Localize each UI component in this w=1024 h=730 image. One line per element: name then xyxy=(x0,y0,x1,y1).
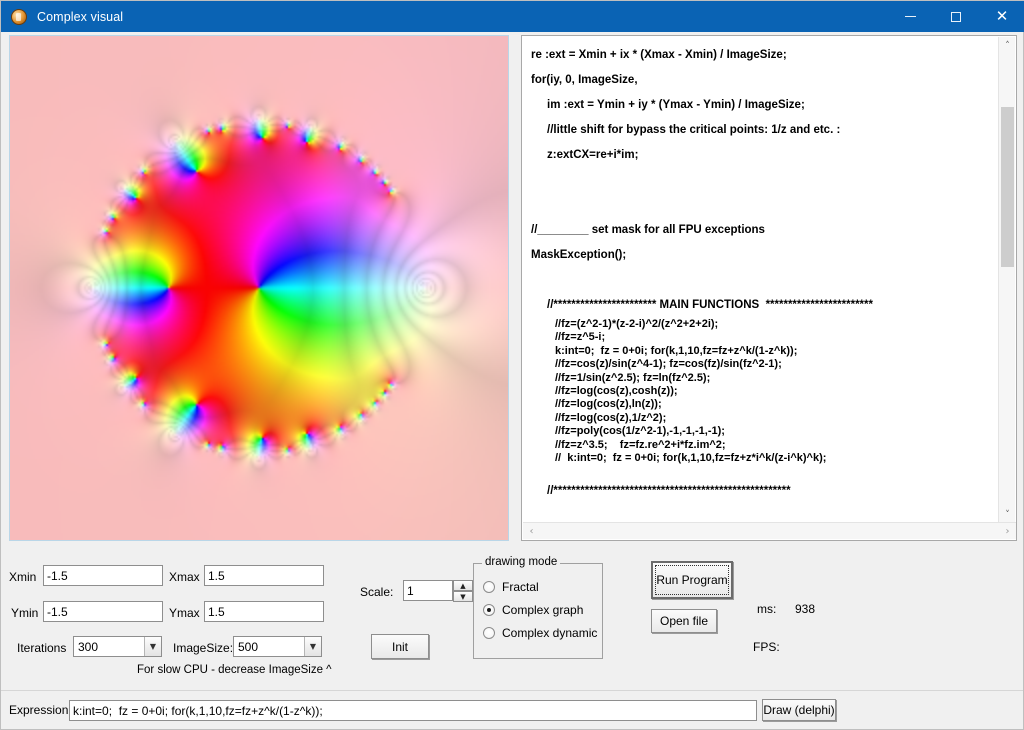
imagesize-select[interactable]: 500 ▼ xyxy=(233,636,322,657)
code-line: //fz=cos(z)/sin(z^4-1); fz=cos(fz)/sin(f… xyxy=(555,358,782,371)
ymax-input[interactable] xyxy=(204,601,324,622)
code-editor-panel[interactable]: re :ext = Xmin + ix * (Xmax - Xmin) / Im… xyxy=(521,35,1017,541)
scale-stepper[interactable]: ▲ ▼ xyxy=(453,580,473,602)
chevron-down-icon[interactable]: ▼ xyxy=(144,637,161,656)
expression-label: Expression: xyxy=(9,703,72,717)
expression-input[interactable] xyxy=(69,700,757,721)
xmax-label: Xmax xyxy=(169,570,200,584)
code-vertical-scrollbar[interactable]: ˄ ˅ xyxy=(998,37,1015,523)
run-program-button-label: Run Program xyxy=(655,565,729,595)
window-title: Complex visual xyxy=(37,9,124,24)
ms-value: 938 xyxy=(795,602,816,616)
iterations-select[interactable]: 300 ▼ xyxy=(73,636,162,657)
drawing-mode-label: drawing mode xyxy=(482,556,561,568)
maximize-button[interactable] xyxy=(933,1,979,32)
scale-input[interactable] xyxy=(403,580,453,601)
code-line: //fz=log(cos(z),cosh(z)); xyxy=(555,385,678,398)
ymin-input[interactable] xyxy=(43,601,163,622)
open-file-button[interactable]: Open file xyxy=(651,609,717,633)
code-line: z:extCX=re+i*im; xyxy=(547,149,639,161)
code-line: im :ext = Ymin + iy * (Ymax - Ymin) / Im… xyxy=(547,99,805,111)
radio-fractal-label: Fractal xyxy=(502,580,539,594)
ymin-label: Ymin xyxy=(11,606,39,620)
fps-label: FPS: xyxy=(753,640,780,654)
radio-icon[interactable] xyxy=(483,627,495,639)
code-line: //*********************** MAIN FUNCTIONS… xyxy=(547,299,873,311)
code-line: MaskException(); xyxy=(531,249,627,261)
radio-fractal[interactable]: Fractal xyxy=(483,580,539,594)
iterations-value: 300 xyxy=(78,639,99,654)
code-line: //fz=poly(cos(1/z^2-1),-1,-1,-1,-1); xyxy=(555,425,725,438)
code-line: //little shift for bypass the critical p… xyxy=(547,124,841,136)
code-line: //fz=log(cos(z),ln(z)); xyxy=(555,398,662,411)
draw-delphi-button-label: Draw (delphi) xyxy=(763,703,835,717)
iterations-label: Iterations xyxy=(17,641,67,655)
open-file-button-label: Open file xyxy=(659,614,709,628)
code-line: re :ext = Xmin + ix * (Xmax - Xmin) / Im… xyxy=(531,49,787,61)
imagesize-value: 500 xyxy=(238,639,259,654)
scroll-up-icon[interactable]: ˄ xyxy=(999,37,1016,54)
code-line: for(iy, 0, ImageSize, xyxy=(531,74,638,86)
code-line: //________ set mask for all FPU exceptio… xyxy=(531,224,765,236)
imagesize-hint: For slow CPU - decrease ImageSize ^ xyxy=(137,664,332,676)
xmax-input[interactable] xyxy=(204,565,324,586)
radio-complex-dynamic-label: Complex dynamic xyxy=(502,626,598,640)
xmin-label: Xmin xyxy=(9,570,37,584)
close-button[interactable]: ✕ xyxy=(979,1,1024,32)
code-line: //fz=z^3.5; fz=fz.re^2+i*fz.im^2; xyxy=(555,438,726,451)
scale-label: Scale: xyxy=(360,585,394,599)
app-window: Complex visual ✕ re :ext = Xmin + ix * (… xyxy=(0,0,1024,730)
code-line: // k:int=0; fz = 0+0i; for(k,1,10,fz=fz+… xyxy=(555,452,827,465)
code-line: k:int=0; fz = 0+0i; for(k,1,10,fz=fz+z^k… xyxy=(555,344,798,357)
vertical-scroll-thumb[interactable] xyxy=(1001,107,1014,267)
chevron-down-icon[interactable]: ▼ xyxy=(304,637,321,656)
init-button[interactable]: Init xyxy=(371,634,429,659)
run-program-button[interactable]: Run Program xyxy=(651,561,733,599)
expression-bar: Expression: Draw (delphi) xyxy=(1,690,1023,729)
radio-complex-graph[interactable]: Complex graph xyxy=(483,603,583,617)
code-line: //fz=log(cos(z),1/z^2); xyxy=(555,411,667,424)
scroll-right-icon[interactable]: › xyxy=(999,523,1016,540)
radio-icon[interactable] xyxy=(483,604,495,616)
code-line: //**************************************… xyxy=(547,484,791,497)
scroll-down-icon[interactable]: ˅ xyxy=(999,506,1016,523)
window-controls: ✕ xyxy=(887,1,1024,32)
minimize-button[interactable] xyxy=(887,1,933,32)
title-bar: Complex visual ✕ xyxy=(1,1,1024,32)
complex-plot-canvas[interactable] xyxy=(10,36,508,540)
radio-complex-dynamic[interactable]: Complex dynamic xyxy=(483,626,597,640)
code-text[interactable]: re :ext = Xmin + ix * (Xmax - Xmin) / Im… xyxy=(523,37,995,523)
draw-delphi-button[interactable]: Draw (delphi) xyxy=(762,699,836,721)
init-button-label: Init xyxy=(391,639,408,654)
ymax-label: Ymax xyxy=(169,606,200,620)
scroll-left-icon[interactable]: ‹ xyxy=(523,523,540,540)
code-horizontal-scrollbar[interactable]: ‹ › xyxy=(523,522,1016,539)
radio-complex-graph-label: Complex graph xyxy=(502,603,584,617)
radio-icon[interactable] xyxy=(483,581,495,593)
code-line: //fz=1/sin(z^2.5); fz=ln(fz^2.5); xyxy=(555,371,711,384)
code-line: //fz=z^5-i; xyxy=(555,331,606,344)
ms-label: ms: xyxy=(757,602,777,616)
xmin-input[interactable] xyxy=(43,565,163,586)
code-line: //fz=(z^2-1)*(z-2-i)^2/(z^2+2+2i); xyxy=(555,318,719,330)
spin-down-icon[interactable]: ▼ xyxy=(453,591,473,602)
app-icon xyxy=(11,8,27,25)
spin-up-icon[interactable]: ▲ xyxy=(453,580,473,591)
imagesize-label: ImageSize: xyxy=(173,641,234,655)
